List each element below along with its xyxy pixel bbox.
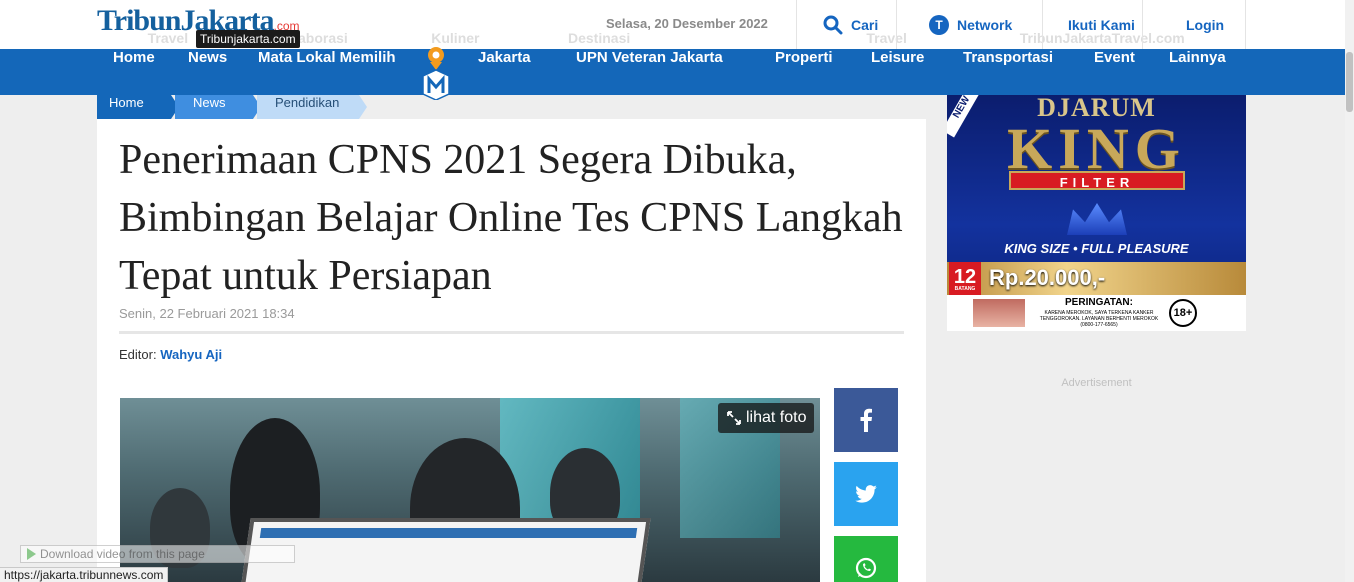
crown-icon <box>1067 203 1127 235</box>
breadcrumb-home[interactable]: Home <box>97 95 179 119</box>
ad-variant: FILTER <box>1009 171 1185 190</box>
header-date: Selasa, 20 Desember 2022 <box>606 16 768 31</box>
search-icon <box>823 15 843 34</box>
scrollbar-thumb[interactable] <box>1346 52 1353 112</box>
breadcrumb-news[interactable]: News <box>175 95 261 119</box>
article-date: Senin, 22 Februari 2021 18:34 <box>119 306 295 321</box>
nav-item-transportasi[interactable]: Transportasi <box>963 49 1053 95</box>
play-icon <box>27 548 36 560</box>
login-button[interactable]: Login <box>1142 0 1246 49</box>
network-button[interactable]: T Network <box>896 0 1042 49</box>
nav-item-properti[interactable]: Properti <box>775 49 833 95</box>
share-whatsapp-button[interactable] <box>834 536 898 582</box>
warning-image <box>973 299 1025 327</box>
nav-item-lainnya[interactable]: Lainnya <box>1169 49 1226 95</box>
age-restriction-badge: 18+ <box>1169 299 1197 327</box>
download-video-bar[interactable]: Download video from this page <box>20 545 295 563</box>
site-header: Travel Kolaborasi Kuliner Destinasi Trav… <box>0 0 1354 49</box>
view-photo-label: lihat foto <box>746 409 807 426</box>
nav-item-mata-lokal-memilih[interactable]: Mata Lokal Memilih <box>258 49 396 95</box>
editor-name-link[interactable]: Wahyu Aji <box>160 347 222 362</box>
advertisement-label: Advertisement <box>1061 377 1132 389</box>
editor-label: Editor: <box>119 347 157 362</box>
nav-item-upn-veteran-jakarta[interactable]: UPN Veteran Jakarta <box>576 49 723 95</box>
laptop-screen-bar <box>259 528 638 538</box>
share-twitter-button[interactable] <box>834 462 898 526</box>
facebook-icon <box>860 408 872 432</box>
article-editor: Editor: Wahyu Aji <box>119 347 222 362</box>
warning-text: KARENA MEROKOK, SAYA TERKENA KANKER TENG… <box>1039 310 1159 328</box>
search-button[interactable]: Cari <box>796 0 896 49</box>
article-title: Penerimaan CPNS 2021 Segera Dibuka, Bimb… <box>119 137 903 299</box>
nav-item-event[interactable]: Event <box>1094 49 1135 95</box>
follow-us-label: Ikuti Kami <box>1068 16 1135 33</box>
twitter-icon <box>855 485 877 503</box>
download-video-label: Download video from this page <box>40 547 205 561</box>
logo-tooltip: Tribunjakarta.com <box>196 30 300 48</box>
search-label: Cari <box>851 16 879 33</box>
follow-us-button[interactable]: Ikuti Kami <box>1042 0 1142 49</box>
page-scrollbar[interactable] <box>1345 0 1354 582</box>
photo-laptop <box>239 518 651 582</box>
login-label: Login <box>1186 16 1225 33</box>
browser-status-url: https://jakarta.tribunnews.com <box>0 567 169 582</box>
nav-item-leisure[interactable]: Leisure <box>871 49 924 95</box>
ad-price-band: 12 BATANG Rp.20.000,- <box>947 262 1246 295</box>
strip-item: Kuliner <box>431 30 480 46</box>
breadcrumb: Home News Pendidikan <box>97 95 363 119</box>
main-nav: Home News Mata Lokal Memilih Jakarta UPN… <box>0 49 1345 95</box>
nav-item-news[interactable]: News <box>188 49 227 95</box>
ad-price: Rp.20.000,- <box>989 265 1106 290</box>
nav-item-jakarta[interactable]: Jakarta <box>478 49 531 95</box>
divider <box>119 331 904 334</box>
view-photo-button[interactable]: lihat foto <box>718 403 815 433</box>
ad-stick-count: 12 BATANG <box>949 262 981 295</box>
ad-health-warning: PERINGATAN: KARENA MEROKOK, SAYA TERKENA… <box>947 295 1246 331</box>
expand-icon <box>727 411 741 425</box>
ad-count: 12 <box>953 266 977 288</box>
share-facebook-button[interactable] <box>834 388 898 452</box>
tribun-network-icon: T <box>929 14 949 35</box>
advertisement-banner[interactable]: NEW DJARUM KING FILTER KING SIZE • FULL … <box>947 95 1246 331</box>
sidebar: NEW DJARUM KING FILTER KING SIZE • FULL … <box>926 95 1246 582</box>
network-label: Network <box>957 16 1013 33</box>
article: Penerimaan CPNS 2021 Segera Dibuka, Bimb… <box>97 119 926 582</box>
nav-item-home[interactable]: Home <box>113 49 155 95</box>
warning-title: PERINGATAN: <box>1065 297 1133 308</box>
breadcrumb-pendidikan[interactable]: Pendidikan <box>257 95 367 119</box>
ad-tagline: KING SIZE • FULL PLEASURE <box>1004 241 1189 256</box>
mata-lokal-pin-icon[interactable] <box>420 46 452 100</box>
whatsapp-icon <box>855 557 877 579</box>
